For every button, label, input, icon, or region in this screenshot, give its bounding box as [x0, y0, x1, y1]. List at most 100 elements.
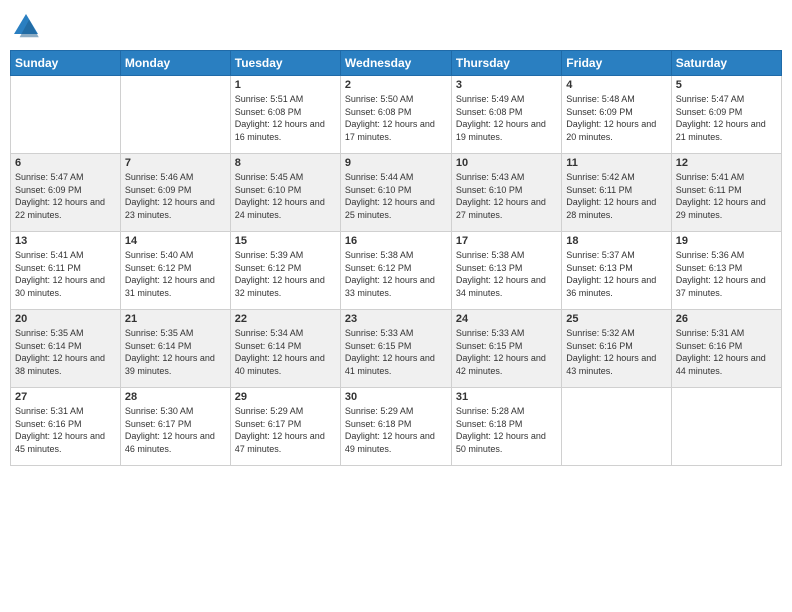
calendar-cell: 14 Sunrise: 5:40 AMSunset: 6:12 PMDayligh…: [120, 232, 230, 310]
day-info: Sunrise: 5:39 AMSunset: 6:12 PMDaylight:…: [235, 249, 336, 299]
day-info: Sunrise: 5:47 AMSunset: 6:09 PMDaylight:…: [15, 171, 116, 221]
calendar-cell: 15 Sunrise: 5:39 AMSunset: 6:12 PMDayligh…: [230, 232, 340, 310]
calendar-week-row: 6 Sunrise: 5:47 AMSunset: 6:09 PMDaylight…: [11, 154, 782, 232]
day-number: 5: [676, 79, 777, 91]
calendar-cell: [562, 388, 671, 466]
calendar-cell: 5Sunrise: 5:47 AMSunset: 6:09 PMDaylight…: [671, 76, 781, 154]
calendar-cell: 13 Sunrise: 5:41 AMSunset: 6:11 PMDayligh…: [11, 232, 121, 310]
day-number: 24: [456, 313, 557, 325]
day-number: 20: [15, 313, 116, 325]
day-number: 7: [125, 157, 226, 169]
calendar-cell: 10 Sunrise: 5:43 AMSunset: 6:10 PMDayligh…: [451, 154, 561, 232]
day-info: Sunrise: 5:51 AMSunset: 6:08 PMDaylight:…: [235, 93, 336, 143]
weekday-header: Thursday: [451, 51, 561, 76]
weekday-header: Monday: [120, 51, 230, 76]
calendar-cell: 22Sunrise: 5:34 AMSunset: 6:14 PMDayligh…: [230, 310, 340, 388]
day-info: Sunrise: 5:32 AMSunset: 6:16 PMDaylight:…: [566, 327, 666, 377]
day-number: 30: [345, 391, 447, 403]
day-info: Sunrise: 5:42 AMSunset: 6:11 PMDaylight:…: [566, 171, 666, 221]
calendar-cell: 6 Sunrise: 5:47 AMSunset: 6:09 PMDaylight…: [11, 154, 121, 232]
day-number: 3: [456, 79, 557, 91]
calendar-cell: 21 Sunrise: 5:35 AMSunset: 6:14 PMDayligh…: [120, 310, 230, 388]
day-info: Sunrise: 5:38 AMSunset: 6:13 PMDaylight:…: [456, 249, 557, 299]
day-info: Sunrise: 5:40 AMSunset: 6:12 PMDaylight:…: [125, 249, 226, 299]
day-info: Sunrise: 5:50 AMSunset: 6:08 PMDaylight:…: [345, 93, 447, 143]
weekday-header: Sunday: [11, 51, 121, 76]
calendar-cell: 7 Sunrise: 5:46 AMSunset: 6:09 PMDaylight…: [120, 154, 230, 232]
logo: [10, 10, 46, 42]
calendar-cell: 2 Sunrise: 5:50 AMSunset: 6:08 PMDaylight…: [340, 76, 451, 154]
day-number: 23: [345, 313, 447, 325]
day-number: 6: [15, 157, 116, 169]
day-info: Sunrise: 5:33 AMSunset: 6:15 PMDaylight:…: [345, 327, 447, 377]
calendar-header-row: SundayMondayTuesdayWednesdayThursdayFrid…: [11, 51, 782, 76]
calendar-cell: 28 Sunrise: 5:30 AMSunset: 6:17 PMDayligh…: [120, 388, 230, 466]
calendar-cell: [671, 388, 781, 466]
calendar-week-row: 27Sunrise: 5:31 AMSunset: 6:16 PMDayligh…: [11, 388, 782, 466]
weekday-header: Friday: [562, 51, 671, 76]
calendar-table: SundayMondayTuesdayWednesdayThursdayFrid…: [10, 50, 782, 466]
day-info: Sunrise: 5:46 AMSunset: 6:09 PMDaylight:…: [125, 171, 226, 221]
day-number: 17: [456, 235, 557, 247]
day-number: 28: [125, 391, 226, 403]
day-number: 12: [676, 157, 777, 169]
calendar-week-row: 13 Sunrise: 5:41 AMSunset: 6:11 PMDayligh…: [11, 232, 782, 310]
day-number: 25: [566, 313, 666, 325]
day-info: Sunrise: 5:35 AMSunset: 6:14 PMDaylight:…: [15, 327, 116, 377]
day-info: Sunrise: 5:48 AMSunset: 6:09 PMDaylight:…: [566, 93, 666, 143]
day-info: Sunrise: 5:38 AMSunset: 6:12 PMDaylight:…: [345, 249, 447, 299]
day-number: 29: [235, 391, 336, 403]
day-number: 21: [125, 313, 226, 325]
day-info: Sunrise: 5:49 AMSunset: 6:08 PMDaylight:…: [456, 93, 557, 143]
day-number: 26: [676, 313, 777, 325]
day-number: 11: [566, 157, 666, 169]
calendar-cell: 20 Sunrise: 5:35 AMSunset: 6:14 PMDayligh…: [11, 310, 121, 388]
day-number: 31: [456, 391, 557, 403]
day-number: 16: [345, 235, 447, 247]
page: SundayMondayTuesdayWednesdayThursdayFrid…: [0, 0, 792, 612]
day-number: 2: [345, 79, 447, 91]
day-info: Sunrise: 5:30 AMSunset: 6:17 PMDaylight:…: [125, 405, 226, 455]
day-number: 9: [345, 157, 447, 169]
day-number: 14: [125, 235, 226, 247]
calendar-cell: 23 Sunrise: 5:33 AMSunset: 6:15 PMDayligh…: [340, 310, 451, 388]
calendar-cell: 4 Sunrise: 5:48 AMSunset: 6:09 PMDaylight…: [562, 76, 671, 154]
calendar-cell: 3 Sunrise: 5:49 AMSunset: 6:08 PMDaylight…: [451, 76, 561, 154]
calendar-cell: 27Sunrise: 5:31 AMSunset: 6:16 PMDayligh…: [11, 388, 121, 466]
calendar-cell: 24 Sunrise: 5:33 AMSunset: 6:15 PMDayligh…: [451, 310, 561, 388]
calendar-cell: 25 Sunrise: 5:32 AMSunset: 6:16 PMDayligh…: [562, 310, 671, 388]
day-info: Sunrise: 5:44 AMSunset: 6:10 PMDaylight:…: [345, 171, 447, 221]
calendar-cell: 8Sunrise: 5:45 AMSunset: 6:10 PMDaylight…: [230, 154, 340, 232]
day-info: Sunrise: 5:35 AMSunset: 6:14 PMDaylight:…: [125, 327, 226, 377]
day-info: Sunrise: 5:29 AMSunset: 6:17 PMDaylight:…: [235, 405, 336, 455]
day-number: 27: [15, 391, 116, 403]
day-number: 1: [235, 79, 336, 91]
day-number: 8: [235, 157, 336, 169]
day-info: Sunrise: 5:34 AMSunset: 6:14 PMDaylight:…: [235, 327, 336, 377]
calendar-cell: 9 Sunrise: 5:44 AMSunset: 6:10 PMDaylight…: [340, 154, 451, 232]
day-info: Sunrise: 5:28 AMSunset: 6:18 PMDaylight:…: [456, 405, 557, 455]
day-info: Sunrise: 5:41 AMSunset: 6:11 PMDaylight:…: [15, 249, 116, 299]
day-number: 10: [456, 157, 557, 169]
calendar-cell: 16 Sunrise: 5:38 AMSunset: 6:12 PMDayligh…: [340, 232, 451, 310]
day-number: 4: [566, 79, 666, 91]
logo-icon: [10, 10, 42, 42]
calendar-cell: [11, 76, 121, 154]
calendar-cell: 1 Sunrise: 5:51 AMSunset: 6:08 PMDaylight…: [230, 76, 340, 154]
calendar-cell: 12Sunrise: 5:41 AMSunset: 6:11 PMDayligh…: [671, 154, 781, 232]
day-number: 19: [676, 235, 777, 247]
weekday-header: Saturday: [671, 51, 781, 76]
day-info: Sunrise: 5:43 AMSunset: 6:10 PMDaylight:…: [456, 171, 557, 221]
weekday-header: Tuesday: [230, 51, 340, 76]
calendar-cell: 29 Sunrise: 5:29 AMSunset: 6:17 PMDayligh…: [230, 388, 340, 466]
day-number: 15: [235, 235, 336, 247]
day-info: Sunrise: 5:37 AMSunset: 6:13 PMDaylight:…: [566, 249, 666, 299]
calendar-cell: 26Sunrise: 5:31 AMSunset: 6:16 PMDayligh…: [671, 310, 781, 388]
day-number: 13: [15, 235, 116, 247]
calendar-cell: 30Sunrise: 5:29 AMSunset: 6:18 PMDayligh…: [340, 388, 451, 466]
day-info: Sunrise: 5:33 AMSunset: 6:15 PMDaylight:…: [456, 327, 557, 377]
weekday-header: Wednesday: [340, 51, 451, 76]
calendar-cell: 18Sunrise: 5:37 AMSunset: 6:13 PMDayligh…: [562, 232, 671, 310]
calendar-cell: 11 Sunrise: 5:42 AMSunset: 6:11 PMDayligh…: [562, 154, 671, 232]
calendar-week-row: 1 Sunrise: 5:51 AMSunset: 6:08 PMDaylight…: [11, 76, 782, 154]
